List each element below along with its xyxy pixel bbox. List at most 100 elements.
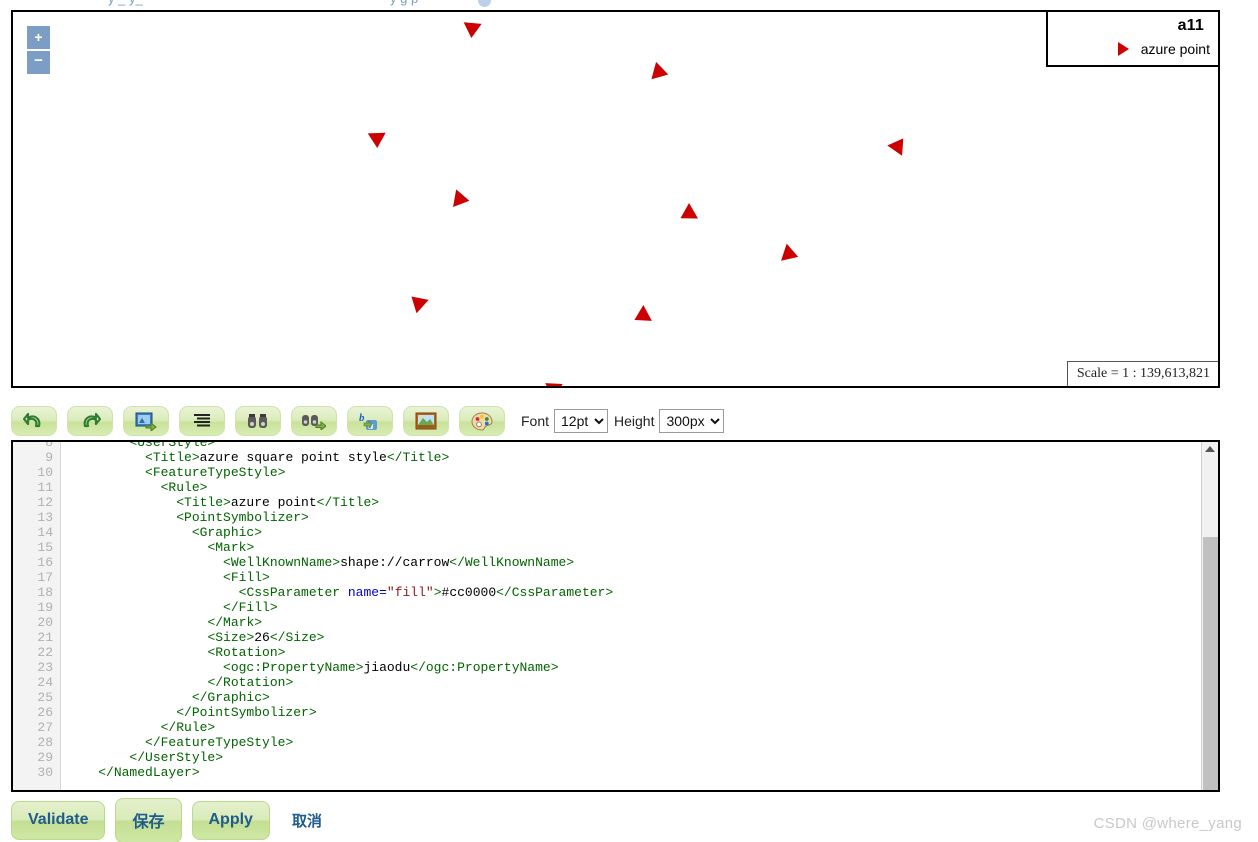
line-number: 23: [37, 660, 53, 675]
footer-actions: Validate 保存 Apply 取消: [11, 798, 322, 842]
font-size-select[interactable]: 8pt10pt12pt14pt16pt: [554, 409, 609, 433]
line-number: 11: [37, 480, 53, 495]
code-line[interactable]: <FeatureTypeStyle>: [67, 465, 1218, 480]
code-line[interactable]: </NamedLayer>: [67, 765, 1218, 780]
code-line[interactable]: </Rotation>: [67, 675, 1218, 690]
code-line[interactable]: </Rule>: [67, 720, 1218, 735]
code-line[interactable]: </Mark>: [67, 615, 1218, 630]
palette-button[interactable]: [459, 406, 505, 436]
find-icon: [247, 413, 269, 430]
legend-triangle-icon: [1117, 42, 1129, 56]
apply-button[interactable]: Apply: [191, 801, 270, 840]
font-label: Font: [521, 413, 550, 429]
code-line[interactable]: <WellKnownName>shape://carrow</WellKnown…: [67, 555, 1218, 570]
line-number: 30: [37, 765, 53, 780]
format-lines-icon: [192, 413, 212, 429]
cancel-link[interactable]: 取消: [292, 810, 322, 831]
map-scale-indicator: Scale = 1 : 139,613,821: [1066, 361, 1218, 386]
line-number: 28: [37, 735, 53, 750]
picture-icon: [415, 412, 437, 430]
code-line[interactable]: <Graphic>: [67, 525, 1218, 540]
editor-height-select[interactable]: 100px200px300px400px600px: [659, 409, 725, 433]
code-line[interactable]: <UserStyle>: [67, 442, 1218, 450]
scroll-up-arrow-icon[interactable]: [1205, 446, 1215, 452]
format-button[interactable]: [179, 406, 225, 436]
line-number: 12: [37, 495, 53, 510]
undo-button[interactable]: [11, 406, 57, 436]
zoom-out-button[interactable]: −: [27, 51, 50, 74]
zoom-in-button[interactable]: +: [27, 26, 50, 49]
line-number: 8: [45, 440, 53, 450]
code-line[interactable]: <Fill>: [67, 570, 1218, 585]
find-button[interactable]: [235, 406, 281, 436]
top-ghost-dot-icon: [478, 0, 491, 7]
map-zoom-controls[interactable]: + −: [27, 26, 50, 74]
line-number: 29: [37, 750, 53, 765]
map-marker-2[interactable]: [651, 61, 671, 84]
replace-icon: b a: [358, 411, 382, 431]
map-marker-10[interactable]: [545, 376, 567, 386]
legend-entry: azure point: [1060, 41, 1210, 57]
save-button[interactable]: 保存: [115, 798, 182, 842]
map-marker-1[interactable]: [462, 22, 482, 39]
code-line[interactable]: <Rotation>: [67, 645, 1218, 660]
code-line[interactable]: </UserStyle>: [67, 750, 1218, 765]
validate-button[interactable]: Validate: [11, 801, 106, 840]
picture-button[interactable]: [403, 406, 449, 436]
editor-toolbar: b a: [11, 402, 1220, 440]
line-number: 18: [37, 585, 53, 600]
sld-code-editor[interactable]: 8 9 10 11 12 13 14 15 16 17 18 19 20 21 22 23 24 25 26 27 28…: [11, 440, 1220, 792]
map-legend: a11 azure point: [1046, 12, 1218, 67]
line-number: 15: [37, 540, 53, 555]
code-line[interactable]: <Title>azure point</Title>: [67, 495, 1218, 510]
find-next-button[interactable]: [291, 406, 337, 436]
code-line[interactable]: <Title>azure square point style</Title>: [67, 450, 1218, 465]
insert-image-button[interactable]: [123, 406, 169, 436]
line-number: 20: [37, 615, 53, 630]
code-line[interactable]: </Graphic>: [67, 690, 1218, 705]
line-number: 10: [37, 465, 53, 480]
code-line[interactable]: <CssParameter name="fill">#cc0000</CssPa…: [67, 585, 1218, 600]
code-line[interactable]: <ogc:PropertyName>jiaodu</ogc:PropertyNa…: [67, 660, 1218, 675]
line-number: 26: [37, 705, 53, 720]
line-number: 17: [37, 570, 53, 585]
code-line[interactable]: <Mark>: [67, 540, 1218, 555]
map-marker-6[interactable]: [676, 202, 698, 227]
code-line[interactable]: <Size>26</Size>: [67, 630, 1218, 645]
map-marker-7[interactable]: [781, 243, 801, 266]
map-marker-3[interactable]: [367, 132, 387, 149]
line-number: 27: [37, 720, 53, 735]
page-root: y _ y_ y g p + − a11 azure point Scale =…: [0, 0, 1258, 842]
line-number: 25: [37, 690, 53, 705]
code-line[interactable]: </Fill>: [67, 600, 1218, 615]
redo-button[interactable]: [67, 406, 113, 436]
top-cutoff-strip: y _ y_ y g p: [0, 0, 1258, 9]
scrollbar-thumb[interactable]: [1203, 537, 1218, 790]
code-line[interactable]: </PointSymbolizer>: [67, 705, 1218, 720]
line-number: 13: [37, 510, 53, 525]
map-marker-9[interactable]: [630, 305, 652, 328]
line-number: 14: [37, 525, 53, 540]
watermark-text: CSDN @where_yang: [1093, 815, 1242, 832]
map-panel[interactable]: + − a11 azure point Scale = 1 : 139,613,…: [11, 10, 1220, 388]
legend-entry-label: azure point: [1140, 41, 1210, 57]
svg-text:b: b: [359, 412, 365, 424]
line-number: 9: [45, 450, 53, 465]
line-number: 16: [37, 555, 53, 570]
undo-icon: [23, 411, 45, 431]
insert-image-icon: [135, 412, 157, 431]
redo-icon: [79, 411, 101, 431]
editor-line-numbers: 8 9 10 11 12 13 14 15 16 17 18 19 20 21 22 23 24 25 26 27 28…: [13, 440, 61, 790]
height-label: Height: [614, 413, 655, 429]
editor-vertical-scrollbar[interactable]: [1201, 442, 1218, 790]
map-marker-5[interactable]: [887, 133, 911, 156]
map-marker-4[interactable]: [453, 189, 471, 210]
code-line[interactable]: <Rule>: [67, 480, 1218, 495]
map-marker-8[interactable]: [405, 289, 429, 314]
editor-code-area[interactable]: <UserStyle> <Title>azure square point st…: [61, 442, 1218, 790]
top-ghost-text-left: y _ y_: [108, 0, 143, 6]
replace-button[interactable]: b a: [347, 406, 393, 436]
code-line[interactable]: </FeatureTypeStyle>: [67, 735, 1218, 750]
top-ghost-text-right: y g p: [390, 0, 418, 6]
code-line[interactable]: <PointSymbolizer>: [67, 510, 1218, 525]
